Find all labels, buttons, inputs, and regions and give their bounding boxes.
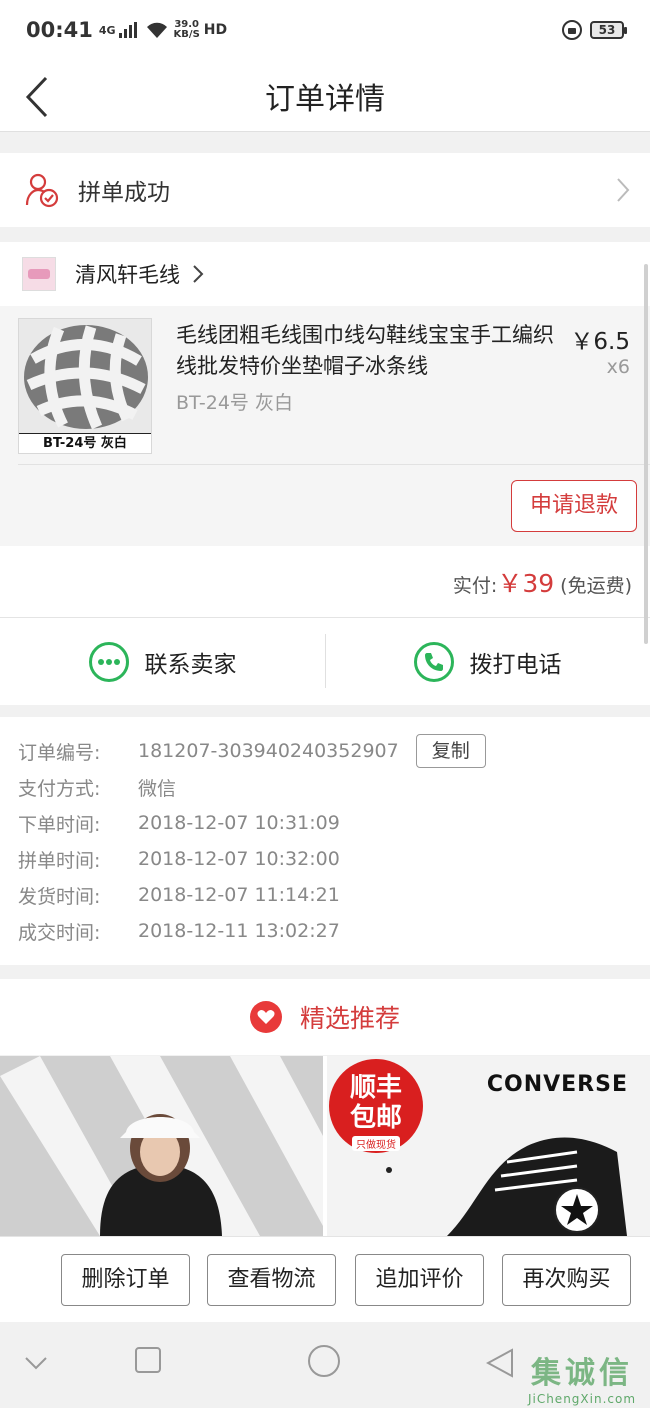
chat-icon: [88, 641, 129, 682]
product-spec: BT-24号 灰白: [176, 392, 293, 414]
info-row-order-time: 下单时间: 2018-12-07 10:31:09: [0, 805, 650, 841]
paid-value: ￥39: [497, 569, 555, 598]
contact-bar: 联系卖家 拨打电话: [0, 617, 650, 705]
rebuy-button[interactable]: 再次购买: [502, 1254, 631, 1306]
info-value: 微信: [138, 777, 177, 800]
chevron-right-icon: [617, 178, 630, 202]
recent-apps-icon[interactable]: [134, 1346, 162, 1374]
info-key: 下单时间:: [18, 813, 101, 836]
view-logistics-button[interactable]: 查看物流: [207, 1254, 336, 1306]
shipping-note: (免运费): [560, 575, 632, 597]
call-button[interactable]: 拨打电话: [325, 618, 650, 705]
call-label: 拨打电话: [469, 651, 562, 678]
paid-label: 实付:: [452, 575, 498, 597]
info-value: 181207-303940240352907: [138, 740, 399, 762]
info-key: 订单编号:: [18, 741, 101, 764]
group-success-icon: [25, 173, 59, 208]
contact-seller-label: 联系卖家: [144, 651, 237, 678]
info-row-order-id: 订单编号: 181207-303940240352907 复制: [0, 733, 650, 769]
copy-button[interactable]: 复制: [415, 734, 486, 768]
order-action-bar: 删除订单 查看物流 追加评价 再次购买: [0, 1236, 650, 1322]
product-quantity: x6: [606, 356, 630, 378]
hd-indicator: HD: [203, 22, 228, 38]
watermark: 集诚信 JiChengXin.com: [527, 1356, 637, 1406]
home-icon[interactable]: [307, 1344, 341, 1378]
net-speed: 39.0 KB/S: [173, 19, 200, 40]
brand-logo: CONVERSE: [486, 1072, 628, 1097]
recommend-feed: 顺丰 包邮 只做现货 CONVERSE: [0, 1056, 650, 1236]
battery-icon: 53: [590, 21, 627, 39]
recommend-item[interactable]: 顺丰 包邮 只做现货 CONVERSE: [327, 1056, 650, 1236]
product-row[interactable]: BT-24号 灰白 毛线团粗毛线围巾线勾鞋线宝宝手工编织线批发特价坐垫帽子冰条线…: [0, 306, 650, 546]
order-item-card: 清风轩毛线 BT-24号 灰白 毛线团粗毛线围巾线勾鞋线宝宝手工编织线批发特价坐…: [0, 242, 650, 617]
chevron-right-icon: [193, 265, 204, 283]
info-key: 发货时间:: [18, 885, 101, 908]
info-value: 2018-12-07 11:14:21: [138, 884, 340, 906]
info-value: 2018-12-07 10:31:09: [138, 812, 340, 834]
phone-icon: [413, 641, 454, 682]
divider: [325, 634, 326, 688]
product-title: 毛线团粗毛线围巾线勾鞋线宝宝手工编织线批发特价坐垫帽子冰条线: [176, 323, 554, 378]
recommend-item[interactable]: [0, 1056, 323, 1236]
product-image-caption: BT-24号 灰白: [19, 433, 151, 453]
info-row-ship-time: 发货时间: 2018-12-07 11:14:21: [0, 877, 650, 913]
nav-header: 订单详情: [0, 60, 650, 132]
status-bar: 00:41 4G 39.0 KB/S HD 53: [0, 0, 650, 60]
order-status-row[interactable]: 拼单成功: [0, 153, 650, 227]
info-key: 支付方式:: [18, 777, 101, 800]
add-review-button[interactable]: 追加评价: [355, 1254, 484, 1306]
info-value: 2018-12-11 13:02:27: [138, 920, 340, 942]
signal-icon: [118, 22, 137, 38]
order-info: 订单编号: 181207-303940240352907 复制 支付方式: 微信…: [0, 717, 650, 965]
refund-button[interactable]: 申请退款: [511, 480, 637, 532]
info-row-deal-time: 成交时间: 2018-12-11 13:02:27: [0, 913, 650, 949]
scrollbar[interactable]: [644, 264, 648, 644]
wifi-icon: [146, 22, 167, 38]
contact-seller-button[interactable]: 联系卖家: [0, 618, 325, 705]
order-status-label: 拼单成功: [78, 180, 170, 206]
product-price: ￥6.5: [570, 329, 630, 355]
info-row-group-time: 拼单时间: 2018-12-07 10:32:00: [0, 841, 650, 877]
recommend-header: 精选推荐: [0, 979, 650, 1055]
rotation-lock-icon: [562, 20, 582, 40]
recommend-title: 精选推荐: [299, 1004, 400, 1033]
shop-logo: [22, 257, 56, 291]
network-type: 4G: [98, 23, 116, 37]
info-key: 成交时间:: [18, 921, 101, 944]
info-row-payment: 支付方式: 微信: [0, 769, 650, 805]
delete-order-button[interactable]: 删除订单: [61, 1254, 190, 1306]
info-key: 拼单时间:: [18, 849, 101, 872]
info-value: 2018-12-07 10:32:00: [138, 848, 340, 870]
chevron-down-icon[interactable]: [24, 1356, 48, 1370]
paid-amount: 实付:￥39 (免运费): [453, 564, 632, 600]
page-title: 订单详情: [265, 82, 385, 117]
back-triangle-icon[interactable]: [486, 1348, 514, 1378]
product-image: BT-24号 灰白: [18, 318, 152, 454]
heart-icon: [249, 1001, 282, 1033]
free-shipping-badge: 顺丰 包邮 只做现货: [329, 1059, 423, 1153]
divider: [18, 464, 650, 465]
shop-name: 清风轩毛线: [75, 263, 180, 287]
clock: 00:41: [26, 18, 93, 42]
shop-header[interactable]: 清风轩毛线: [0, 242, 650, 306]
